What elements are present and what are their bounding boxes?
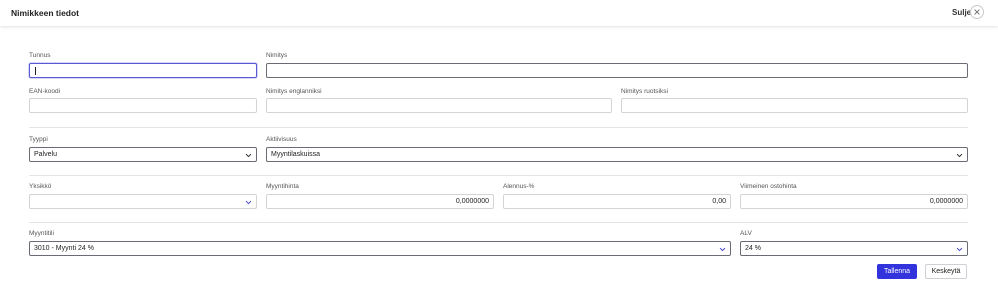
alv-value: 24 % — [745, 245, 761, 252]
tyyppi-select[interactable]: Palvelu — [29, 147, 257, 162]
alv-select[interactable]: 24 % — [740, 241, 968, 256]
ostohinta-input[interactable]: 0,0000000 — [740, 194, 968, 209]
save-button[interactable]: Tallenna — [877, 264, 917, 279]
ean-input[interactable] — [29, 98, 257, 113]
aktiivisuus-value: Myyntilaskuissa — [271, 151, 321, 158]
cancel-button[interactable]: Keskeytä — [925, 264, 967, 279]
nimitys-en-label: Nimitys englanniksi — [266, 88, 322, 95]
tyyppi-value: Palvelu — [34, 151, 57, 158]
item-details-dialog: Nimikkeen tiedot Sulje Tunnus Nimitys EA… — [0, 0, 998, 300]
alennus-value: 0,00 — [712, 198, 726, 205]
alennus-label: Alennus-% — [503, 183, 535, 190]
nimitys-input[interactable] — [266, 63, 968, 78]
tunnus-label: Tunnus — [29, 52, 51, 59]
chevron-down-icon — [245, 153, 252, 158]
close-button[interactable] — [970, 5, 984, 19]
myyntihinta-label: Myyntihinta — [266, 183, 299, 190]
close-icon — [974, 9, 980, 15]
chevron-down-icon — [719, 247, 726, 252]
close-label[interactable]: Sulje — [952, 8, 971, 17]
chevron-down-icon — [245, 200, 252, 205]
aktiivisuus-select[interactable]: Myyntilaskuissa — [266, 147, 968, 162]
section-divider — [29, 127, 968, 128]
myyntitili-label: Myyntitili — [29, 230, 54, 237]
chevron-down-icon — [956, 153, 963, 158]
ostohinta-label: Viimeinen ostohinta — [740, 183, 797, 190]
myyntihinta-value: 0,0000000 — [455, 198, 489, 205]
yksikko-select[interactable] — [29, 194, 257, 209]
dialog-header: Nimikkeen tiedot Sulje — [0, 0, 998, 26]
nimitys-sv-label: Nimitys ruotsiksi — [621, 88, 668, 95]
myyntitili-value: 3010 - Myynti 24 % — [34, 245, 94, 252]
alv-label: ALV — [740, 230, 752, 237]
myyntitili-select[interactable]: 3010 - Myynti 24 % — [29, 241, 731, 256]
dialog-title: Nimikkeen tiedot — [11, 8, 80, 18]
alennus-input[interactable]: 0,00 — [503, 194, 731, 209]
section-divider — [29, 222, 968, 223]
text-caret — [35, 67, 36, 75]
yksikko-label: Yksikkö — [29, 183, 52, 190]
nimitys-label: Nimitys — [266, 52, 288, 59]
nimitys-sv-input[interactable] — [621, 98, 968, 113]
tunnus-input[interactable] — [29, 63, 257, 78]
ean-label: EAN-koodi — [29, 88, 61, 95]
section-divider — [29, 175, 968, 176]
tyyppi-label: Tyyppi — [29, 136, 48, 143]
myyntihinta-input[interactable]: 0,0000000 — [266, 194, 494, 209]
ostohinta-value: 0,0000000 — [929, 198, 963, 205]
chevron-down-icon — [956, 247, 963, 252]
nimitys-en-input[interactable] — [266, 98, 612, 113]
aktiivisuus-label: Aktiivisuus — [266, 136, 297, 143]
